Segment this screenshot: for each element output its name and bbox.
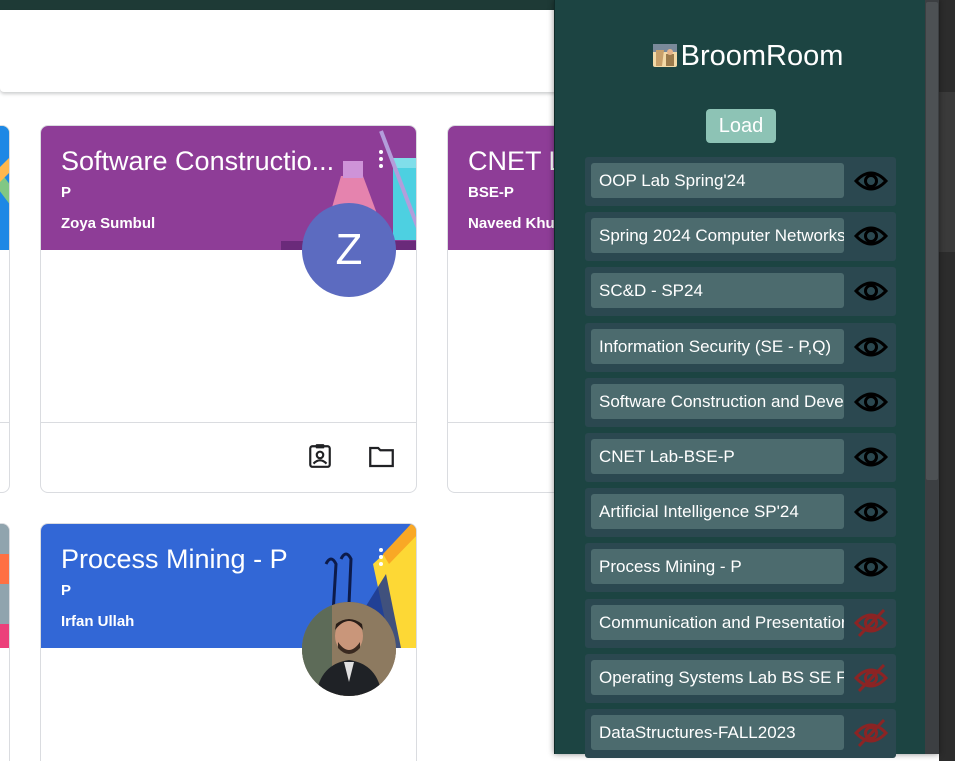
eye-icon[interactable] — [853, 553, 889, 581]
card-section: P — [61, 582, 72, 599]
eye-icon[interactable] — [853, 443, 889, 471]
class-name-label[interactable]: OOP Lab Spring'24 — [591, 163, 844, 198]
more-options-icon[interactable] — [379, 548, 384, 570]
card-teacher: Naveed Khu — [468, 215, 555, 232]
class-name-label[interactable]: Artificial Intelligence SP'24 — [591, 494, 844, 529]
card-illustration — [0, 126, 9, 250]
eye-icon[interactable] — [853, 277, 889, 305]
class-row: Software Construction and Development — [585, 378, 896, 427]
card-title[interactable]: Software Constructio... — [61, 146, 334, 177]
card-header — [0, 126, 9, 250]
card-section: BSE-P — [468, 184, 514, 201]
class-row: Information Security (SE - P,Q) — [585, 323, 896, 372]
card-divider — [448, 422, 567, 423]
card-divider — [41, 422, 416, 423]
broom-icon — [652, 44, 677, 67]
eye-icon[interactable] — [853, 333, 889, 361]
card-divider — [0, 422, 9, 423]
class-name-label[interactable]: Software Construction and Development — [591, 384, 844, 419]
card-teacher: Irfan Ullah — [61, 613, 135, 630]
load-button[interactable]: Load — [706, 109, 776, 143]
class-row: DataStructures-FALL2023 — [585, 709, 896, 758]
teacher-avatar: Z — [302, 203, 396, 297]
class-card-software-construction[interactable]: Software Constructio... P Zoya Sumbul Z — [40, 125, 417, 493]
class-row: Operating Systems Lab BS SE F — [585, 654, 896, 703]
card-title[interactable]: CNET L — [468, 146, 564, 177]
card-section: P — [61, 184, 72, 201]
class-name-label[interactable]: Process Mining - P — [591, 549, 844, 584]
teacher-avatar — [302, 602, 396, 696]
eye-off-icon[interactable] — [853, 718, 889, 748]
card-teacher: Zoya Sumbul — [61, 215, 156, 232]
broomroom-panel: BroomRoom Load OOP Lab Spring'24 Spring 2… — [554, 0, 940, 758]
card-header: CNET L BSE-P Naveed Khu — [448, 126, 567, 250]
eye-icon[interactable] — [853, 388, 889, 416]
class-row: Spring 2024 Computer Networks — [585, 212, 896, 261]
eye-off-icon[interactable] — [853, 663, 889, 693]
card-title[interactable]: Process Mining - P — [61, 544, 288, 575]
class-name-label[interactable]: Operating Systems Lab BS SE F — [591, 660, 844, 695]
folder-icon[interactable] — [368, 445, 395, 469]
class-name-label[interactable]: Spring 2024 Computer Networks — [591, 218, 844, 253]
panel-header: BroomRoom — [555, 40, 940, 73]
class-card-process-mining[interactable]: Process Mining - P P Irfan Ullah — [40, 523, 417, 761]
page-scrollbar-thumb[interactable] — [939, 92, 955, 252]
class-name-label[interactable]: Information Security (SE - P,Q) — [591, 329, 844, 364]
class-row: SC&D - SP24 — [585, 267, 896, 316]
class-row: CNET Lab-BSE-P — [585, 433, 896, 482]
class-row: OOP Lab Spring'24 — [585, 157, 896, 206]
card-illustration — [0, 524, 9, 648]
class-row: Process Mining - P — [585, 543, 896, 592]
eye-icon[interactable] — [853, 167, 889, 195]
class-card-partial[interactable] — [0, 125, 10, 493]
class-name-label[interactable]: CNET Lab-BSE-P — [591, 439, 844, 474]
assignment-ind-icon[interactable] — [307, 443, 333, 469]
eye-icon[interactable] — [853, 222, 889, 250]
class-card-cnet-lab[interactable]: CNET L BSE-P Naveed Khu — [447, 125, 567, 493]
class-card-partial[interactable] — [0, 523, 10, 761]
class-name-label[interactable]: SC&D - SP24 — [591, 273, 844, 308]
class-row: Communication and Presentation Skills — [585, 599, 896, 648]
panel-scrollbar-thumb[interactable] — [926, 2, 938, 480]
class-row: Artificial Intelligence SP'24 — [585, 488, 896, 537]
eye-off-icon[interactable] — [853, 608, 889, 638]
more-options-icon[interactable] — [379, 150, 384, 172]
card-header — [0, 524, 9, 648]
class-name-label[interactable]: DataStructures-FALL2023 — [591, 715, 844, 750]
teacher-photo — [302, 602, 396, 696]
eye-icon[interactable] — [853, 498, 889, 526]
class-name-label[interactable]: Communication and Presentation Skills — [591, 605, 844, 640]
panel-title: BroomRoom — [680, 40, 844, 72]
